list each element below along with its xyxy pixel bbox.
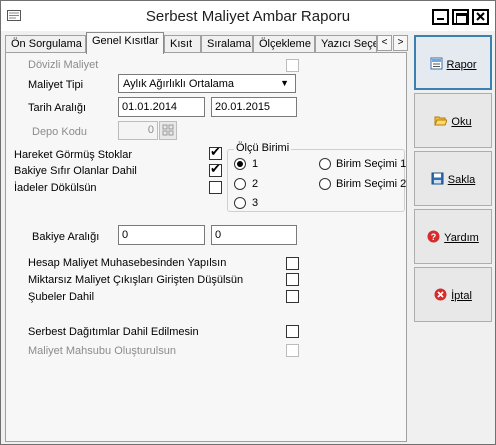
bakiye-sifir-label: Bakiye Sıfır Olanlar Dahil — [14, 165, 137, 177]
rapor-button[interactable]: Rapor — [414, 35, 492, 90]
serbest-dagitim-checkbox[interactable] — [286, 325, 299, 338]
bakiye-araligi-label: Bakiye Aralığı — [32, 231, 100, 243]
yardim-label: Yardım — [444, 232, 479, 244]
tab-genel-kisitlar[interactable]: Genel Kısıtlar — [86, 32, 164, 54]
maliyet-mahsubu-label: Maliyet Mahsubu Oluşturulsun — [28, 345, 176, 357]
window-title: Serbest Maliyet Ambar Raporu — [145, 8, 351, 25]
olcu-birimi-radio-birim-2[interactable] — [319, 178, 331, 190]
tab-strip: Ön Sorgulama Genel Kısıtlar Kısıt Sırala… — [5, 32, 409, 54]
iadeler-label: İadeler Dökülsün — [14, 182, 97, 194]
tab-scroll-left-button[interactable]: < — [377, 35, 392, 51]
olcu-birimi-option-birim-1: Birim Seçimi 1 — [336, 158, 407, 170]
tab-olcekleme[interactable]: Ölçekleme — [253, 35, 315, 53]
hesap-maliyet-label: Hesap Maliyet Muhasebesinden Yapılsın — [28, 257, 227, 269]
olcu-birimi-option-2: 2 — [252, 178, 259, 190]
olcu-birimi-radio-1[interactable] — [234, 158, 246, 170]
hareket-gormus-checkbox[interactable] — [209, 145, 222, 160]
olcu-birimi-radio-birim-1[interactable] — [319, 158, 331, 170]
tab-siralama[interactable]: Sıralama — [201, 35, 253, 53]
report-icon — [430, 57, 443, 70]
serbest-dagitim-label: Serbest Dağıtımlar Dahil Edilmesin — [28, 326, 199, 338]
report-window: Serbest Maliyet Ambar Raporu Ön Sorgulam… — [0, 0, 496, 445]
hareket-gormus-label: Hareket Görmüş Stoklar — [14, 149, 132, 161]
olcu-birimi-radio-2[interactable] — [234, 178, 246, 190]
tarih-bitis-input[interactable]: 20.01.2015 — [211, 97, 297, 117]
svg-text:?: ? — [431, 232, 437, 242]
oku-button[interactable]: Oku — [414, 93, 492, 148]
rapor-label: Rapor — [446, 59, 477, 71]
sakla-label: Sakla — [447, 174, 476, 186]
yardim-button[interactable]: ? Yardım — [414, 209, 492, 264]
iadeler-checkbox[interactable] — [209, 181, 222, 194]
tarih-baslangic-input[interactable]: 01.01.2014 — [118, 97, 205, 117]
subeler-label: Şubeler Dahil — [28, 291, 95, 303]
bakiye-sifir-checkbox[interactable] — [209, 162, 222, 177]
olcu-birimi-radio-3[interactable] — [234, 197, 246, 209]
depo-kodu-input[interactable]: 0 — [118, 121, 158, 140]
maliyet-mahsubu-checkbox[interactable] — [286, 344, 299, 357]
hesap-maliyet-checkbox[interactable] — [286, 257, 299, 270]
bakiye-baslangic-input[interactable]: 0 — [118, 225, 205, 245]
depo-kodu-lookup-button[interactable] — [159, 121, 177, 140]
miktarsiz-checkbox[interactable] — [286, 273, 299, 286]
oku-label: Oku — [451, 116, 472, 128]
tab-on-sorgulama[interactable]: Ön Sorgulama — [5, 35, 86, 53]
chevron-down-icon: ▼ — [280, 78, 289, 88]
dovizli-maliyet-label: Dövizli Maliyet — [28, 59, 99, 71]
olcu-birimi-option-1: 1 — [252, 158, 259, 170]
tab-yazici-secenekleri[interactable]: Yazıcı Seçe — [315, 35, 377, 53]
tab-kisit[interactable]: Kısıt — [164, 35, 201, 53]
iptal-button[interactable]: İptal — [414, 267, 492, 322]
sakla-button[interactable]: Sakla — [414, 151, 492, 206]
title-bar: Serbest Maliyet Ambar Raporu — [1, 1, 495, 31]
lookup-icon — [162, 124, 174, 136]
olcu-birimi-option-birim-2: Birim Seçimi 2 — [336, 178, 407, 190]
bakiye-bitis-input[interactable]: 0 — [211, 225, 297, 245]
iptal-label: İptal — [451, 290, 472, 302]
olcu-birimi-option-3: 3 — [252, 197, 259, 209]
maliyet-tipi-select[interactable]: Aylık Ağırlıklı Ortalama ▼ — [118, 74, 296, 93]
folder-open-icon — [434, 114, 449, 127]
maximize-button[interactable] — [452, 9, 469, 25]
save-icon — [431, 172, 444, 185]
tarih-araligi-label: Tarih Aralığı — [28, 102, 87, 114]
depo-kodu-label: Depo Kodu — [32, 126, 88, 138]
subeler-checkbox[interactable] — [286, 290, 299, 303]
olcu-birimi-title: Ölçü Birimi — [234, 142, 292, 154]
close-button[interactable] — [472, 9, 489, 25]
cancel-icon — [434, 288, 447, 301]
miktarsiz-label: Miktarsız Maliyet Çıkışları Girişten Düş… — [28, 274, 244, 286]
maliyet-tipi-value: Aylık Ağırlıklı Ortalama — [123, 78, 235, 90]
maliyet-tipi-label: Maliyet Tipi — [28, 79, 84, 91]
tab-scroll-right-button[interactable]: > — [393, 35, 408, 51]
minimize-button[interactable] — [432, 9, 449, 25]
close-icon — [476, 12, 485, 21]
help-icon: ? — [427, 230, 440, 243]
dovizli-maliyet-checkbox[interactable] — [286, 59, 299, 72]
